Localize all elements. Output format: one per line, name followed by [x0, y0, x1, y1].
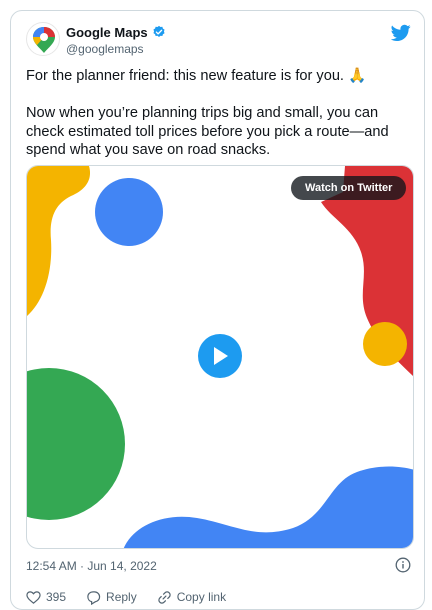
info-icon[interactable] — [395, 557, 411, 573]
tweet-text-line2: Now when you’re planning trips big and s… — [26, 105, 389, 158]
tweet-card[interactable]: Google Maps @googlemaps For the planner … — [10, 10, 425, 610]
reply-label: Reply — [106, 590, 137, 604]
link-icon — [158, 590, 171, 604]
tweet-text: For the planner friend: this new feature… — [26, 67, 411, 160]
watch-on-twitter-button[interactable]: Watch on Twitter — [291, 176, 407, 200]
tweet-text-line1: For the planner friend: this new feature… — [26, 68, 367, 84]
video-media[interactable]: Watch on Twitter — [26, 165, 414, 549]
avatar[interactable] — [26, 22, 60, 56]
author-name[interactable]: Google Maps — [66, 25, 148, 40]
like-count: 395 — [46, 590, 67, 604]
copy-link-label: Copy link — [176, 590, 227, 604]
copy-link-action[interactable]: Copy link — [157, 587, 226, 607]
twitter-bird-icon[interactable] — [391, 24, 411, 42]
google-maps-pin-icon — [33, 27, 55, 53]
author-block: Google Maps @googlemaps — [66, 24, 166, 56]
play-icon — [214, 347, 228, 365]
tweet-actions: 395 Reply Copy link — [26, 587, 411, 607]
like-action[interactable]: 395 — [26, 587, 66, 607]
reply-action[interactable]: Reply — [86, 587, 137, 607]
tweet-timestamp[interactable]: 12:54 AM · Jun 14, 2022 — [26, 559, 157, 573]
verified-badge-icon — [153, 25, 165, 37]
tweet-footer: 12:54 AM · Jun 14, 2022 — [26, 557, 411, 577]
play-button[interactable] — [198, 334, 242, 378]
tweet-header: Google Maps @googlemaps — [26, 22, 411, 68]
heart-icon — [26, 590, 41, 604]
author-handle[interactable]: @googlemaps — [66, 42, 166, 56]
reply-icon — [87, 590, 101, 605]
